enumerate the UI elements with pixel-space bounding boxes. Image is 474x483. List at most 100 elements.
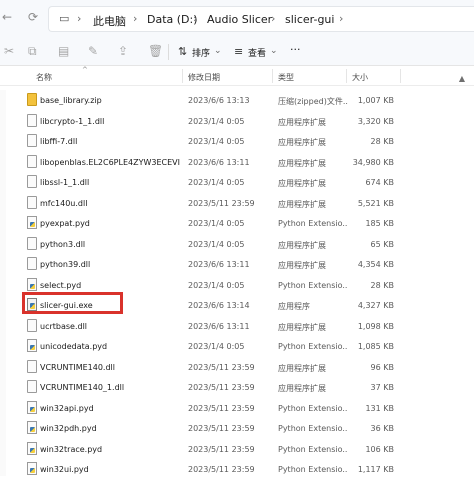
file-size: 1,098 KB [357, 321, 394, 331]
file-row[interactable]: unicodedata.pyd 2023/1/4 0:05 Python Exten… [0, 336, 474, 356]
file-row[interactable]: pyexpat.pyd 2023/1/4 0:05 Python Extensio.… [0, 213, 474, 233]
file-size: 34,980 KB [352, 157, 394, 167]
address-bar[interactable]: ▭ › 此电脑 › Data (D:) › Audio Slicer › sli… [48, 6, 474, 32]
file-size: 36 KB [370, 424, 394, 433]
file-modified-date: 2023/6/6 13:11 [188, 321, 250, 331]
file-name: python39.dll [40, 260, 91, 269]
file-type: 应用程序扩展 [278, 117, 326, 127]
file-modified-date: 2023/5/11 23:59 [188, 362, 255, 372]
column-divider[interactable] [272, 69, 273, 83]
column-header-modified[interactable]: 修改日期 [188, 72, 220, 83]
column-divider[interactable] [346, 69, 347, 83]
sort-button[interactable]: 排序 [192, 46, 210, 59]
view-button[interactable]: 查看 [248, 46, 266, 59]
delete-icon[interactable]: 🗑 [148, 44, 163, 58]
file-type: Python Extensio... [278, 342, 348, 351]
back-icon[interactable]: ← [2, 10, 12, 24]
file-row[interactable]: mfc140u.dll 2023/5/11 23:59 应用程序扩展 5,521 KB [0, 193, 474, 213]
file-name: win32ui.pyd [40, 465, 89, 474]
breadcrumb-separator: › [133, 12, 138, 25]
toolbar-divider [168, 44, 169, 60]
file-row[interactable]: VCRUNTIME140_1.dll 2023/5/11 23:59 应用程序扩展 3… [0, 377, 474, 397]
file-name: libssl-1_1.dll [40, 178, 90, 187]
file-name: VCRUNTIME140_1.dll [40, 383, 125, 392]
scroll-up-icon[interactable]: ▲ [454, 74, 470, 88]
file-modified-date: 2023/1/4 0:05 [188, 280, 245, 290]
column-header: 名称 ^ 修改日期 类型 大小 [0, 66, 474, 86]
breadcrumb-data-drive[interactable]: Data (D:) [147, 13, 198, 26]
chevron-down-icon[interactable]: ⌄ [270, 46, 278, 56]
file-type: 应用程序扩展 [278, 199, 326, 209]
column-header-type[interactable]: 类型 [278, 72, 294, 83]
chevron-down-icon[interactable]: ⌄ [214, 46, 222, 56]
column-header-size[interactable]: 大小 [352, 72, 368, 83]
sort-up-icon: ^ [82, 66, 88, 74]
pyd-icon [27, 339, 37, 352]
file-row[interactable]: python39.dll 2023/6/6 13:11 应用程序扩展 4,354 KB [0, 254, 474, 274]
file-size: 65 KB [370, 239, 394, 249]
dll-icon [27, 154, 37, 168]
file-modified-date: 2023/6/6 13:11 [188, 260, 250, 269]
file-modified-date: 2023/6/6 13:14 [188, 301, 250, 310]
file-row[interactable]: win32ui.pyd 2023/5/11 23:59 Python Extensi… [0, 459, 474, 479]
file-name: win32trace.pyd [40, 444, 103, 454]
file-modified-date: 2023/6/6 13:11 [188, 157, 250, 167]
file-modified-date: 2023/1/4 0:05 [188, 219, 245, 228]
address-bar-row: ← ⟳ ▭ › 此电脑 › Data (D:) › Audio Slicer ›… [0, 0, 474, 38]
file-name: win32pdh.pyd [40, 424, 97, 433]
file-row[interactable]: win32trace.pyd 2023/5/11 23:59 Python Exte… [0, 439, 474, 459]
more-options-button[interactable]: ··· [290, 43, 301, 56]
refresh-icon[interactable]: ⟳ [28, 10, 38, 24]
file-row[interactable]: libcrypto-1_1.dll 2023/1/4 0:05 应用程序扩展 3,32… [0, 111, 474, 131]
file-row[interactable]: libffi-7.dll 2023/1/4 0:05 应用程序扩展 28 KB [0, 131, 474, 151]
file-row[interactable]: win32pdh.pyd 2023/5/11 23:59 Python Extens… [0, 418, 474, 438]
sort-icon[interactable]: ⇅ [178, 45, 187, 58]
file-type: Python Extensio... [278, 280, 348, 290]
file-type: 应用程序扩展 [278, 158, 326, 168]
dll-icon [27, 257, 37, 270]
file-name: win32api.pyd [40, 403, 94, 413]
pyd-icon [27, 441, 37, 455]
zip-icon [27, 93, 37, 106]
breadcrumb-audio-slicer[interactable]: Audio Slicer [207, 13, 272, 26]
breadcrumb-slicer-gui[interactable]: slicer-gui [285, 13, 334, 26]
file-size: 1,117 KB [357, 465, 394, 474]
file-size: 106 KB [365, 444, 394, 454]
file-row[interactable]: VCRUNTIME140.dll 2023/5/11 23:59 应用程序扩展 96 … [0, 357, 474, 377]
file-modified-date: 2023/5/11 23:59 [188, 444, 255, 454]
dll-icon [27, 134, 37, 147]
file-type: Python Extensio... [278, 424, 348, 433]
dll-icon [27, 236, 37, 250]
breadcrumb-separator: › [77, 12, 82, 25]
file-type: 应用程序扩展 [278, 363, 326, 373]
file-row[interactable]: win32api.pyd 2023/5/11 23:59 Python Extens… [0, 398, 474, 418]
highlight-annotation [22, 292, 123, 314]
file-type: 应用程序扩展 [278, 384, 326, 393]
chevron-right-icon[interactable]: › [339, 12, 343, 25]
file-name: libcrypto-1_1.dll [40, 116, 105, 126]
copy-icon[interactable]: ⧉ [28, 44, 37, 59]
cut-icon[interactable]: ✂ [4, 44, 14, 58]
file-modified-date: 2023/5/11 23:59 [188, 403, 255, 413]
file-size: 185 KB [365, 219, 394, 228]
file-size: 3,320 KB [357, 116, 394, 126]
share-icon[interactable]: ⇪ [118, 44, 128, 58]
file-row[interactable]: base_library.zip 2023/6/6 13:13 压缩(zipped)… [0, 90, 474, 110]
file-name: unicodedata.pyd [40, 342, 108, 351]
column-divider[interactable] [400, 69, 401, 83]
file-row[interactable]: libssl-1_1.dll 2023/1/4 0:05 应用程序扩展 674 KB [0, 172, 474, 192]
file-modified-date: 2023/1/4 0:05 [188, 137, 245, 146]
file-size: 4,327 KB [357, 301, 394, 310]
file-row[interactable]: python3.dll 2023/1/4 0:05 应用程序扩展 65 KB [0, 234, 474, 254]
paste-icon[interactable]: ▤ [58, 44, 69, 58]
file-row[interactable]: ucrtbase.dll 2023/6/6 13:11 应用程序扩展 1,098 KB [0, 316, 474, 336]
column-header-name[interactable]: 名称 [36, 72, 52, 83]
file-size: 674 KB [365, 178, 394, 187]
file-name: pyexpat.pyd [40, 219, 90, 228]
breadcrumb-this-pc[interactable]: 此电脑 [93, 13, 126, 29]
view-icon[interactable]: ≡ [234, 45, 243, 58]
rename-icon[interactable]: ✎ [88, 44, 98, 58]
file-modified-date: 2023/5/11 23:59 [188, 424, 255, 433]
column-divider[interactable] [182, 69, 183, 83]
file-row[interactable]: libopenblas.EL2C6PLE4ZYW3ECEVIV3... 2023/… [0, 152, 474, 172]
